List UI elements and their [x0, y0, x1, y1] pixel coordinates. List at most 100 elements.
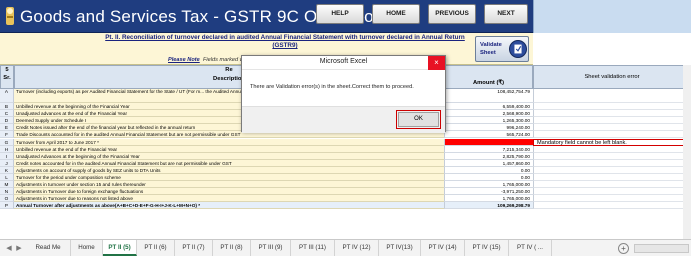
- validate-sheet-label: Validate Sheet: [480, 42, 502, 56]
- validation-error-cell: [533, 188, 691, 196]
- validation-error-cell: [533, 103, 691, 111]
- home-button[interactable]: HOME: [372, 4, 420, 24]
- app-header: Goods and Services Tax - GSTR 9C Offline…: [0, 0, 691, 33]
- table-row: L Turnover for the period under compositi…: [0, 174, 691, 182]
- excel-alert-dialog: Microsoft Excel × There are Validation e…: [241, 55, 446, 133]
- amount-input[interactable]: 1,457,860.00: [444, 159, 533, 167]
- row-description-cell: Unbilled revenue at the end of the Finan…: [14, 145, 444, 153]
- row-sno-cell: G: [0, 138, 14, 146]
- amount-input-error[interactable]: [444, 138, 533, 146]
- amount-input[interactable]: 996,240.00: [444, 124, 533, 132]
- amount-input[interactable]: 1,765,000.00: [444, 195, 533, 203]
- sno-header-label-2: Sr.: [3, 75, 11, 81]
- amount-input[interactable]: 7,215,340.00: [444, 145, 533, 153]
- row-sno-cell: F: [0, 131, 14, 139]
- help-button[interactable]: HELP: [316, 4, 364, 24]
- sheet-tab-bar: ◀ ▶ Read Me Home PT II (5) PT II (6) PT II (…: [0, 239, 691, 256]
- amount-input[interactable]: 2,825,790.00: [444, 152, 533, 160]
- table-row: M Adjustments in turnover under section 1…: [0, 181, 691, 189]
- validation-error-cell: [533, 145, 691, 153]
- row-sno-cell: M: [0, 181, 14, 189]
- row-description-cell: Adjustments in Turnover due to reasons n…: [14, 195, 444, 203]
- row-sno-cell: C: [0, 110, 14, 118]
- validate-sheet-button[interactable]: Validate Sheet: [475, 36, 529, 62]
- amount-input[interactable]: 6,559,400.00: [444, 103, 533, 111]
- ok-button[interactable]: OK: [396, 110, 441, 129]
- dialog-message: There are Validation error(s) in the she…: [250, 84, 414, 90]
- amount-input[interactable]: 0.00: [444, 166, 533, 174]
- amount-input[interactable]: 0.00: [444, 174, 533, 182]
- vertical-scrollbar[interactable]: [683, 65, 691, 239]
- table-row: K Adjustments on account of supply of goo…: [0, 166, 691, 174]
- dialog-title: Microsoft Excel: [319, 58, 368, 65]
- amount-input[interactable]: 1,765,000.00: [444, 181, 533, 189]
- sheet-tab[interactable]: PT II (5): [103, 240, 137, 256]
- validation-error-cell: [533, 195, 691, 203]
- horizontal-scrollbar[interactable]: [634, 244, 689, 253]
- amount-input[interactable]: 1,265,300.00: [444, 117, 533, 125]
- row-description-cell: Adjustments in turnover under section 15…: [14, 181, 444, 189]
- row-sno-cell: B: [0, 103, 14, 111]
- sheet-tab[interactable]: PT II (7): [175, 240, 213, 256]
- sheet-tab[interactable]: PT II (6): [137, 240, 175, 256]
- amount-input[interactable]: 565,724.00: [444, 131, 533, 139]
- add-sheet-icon[interactable]: +: [618, 243, 629, 254]
- row-description-cell: Adjustments on account of supply of good…: [14, 166, 444, 174]
- row-sno-cell: A: [0, 89, 14, 103]
- sheet-tab[interactable]: PT IV (14): [421, 240, 465, 256]
- table-row: G Turnover from April 2017 to June 2017 *…: [0, 138, 691, 146]
- dialog-titlebar[interactable]: Microsoft Excel ×: [242, 56, 445, 70]
- validation-error-cell: [533, 202, 691, 210]
- sheet-tab[interactable]: Home: [71, 240, 103, 256]
- sheet-tab[interactable]: PT IV (12): [335, 240, 379, 256]
- section-title: Pt. II. Reconciliation of turnover decla…: [105, 34, 465, 49]
- amount-input[interactable]: 108,452,754.79: [444, 89, 533, 103]
- row-sno-cell: L: [0, 174, 14, 182]
- sno-header: 5 Sr.: [0, 65, 14, 89]
- validation-error-cell: [533, 174, 691, 182]
- amount-input[interactable]: 2,568,900.00: [444, 110, 533, 118]
- note-label: Please Note: [168, 57, 200, 63]
- amount-input[interactable]: 109,269,298.79: [444, 202, 533, 210]
- header-right-panel: [533, 0, 691, 33]
- validate-icon: [509, 40, 527, 58]
- validation-error-cell: [533, 181, 691, 189]
- validation-error-cell: [533, 117, 691, 125]
- sheet-tab[interactable]: PT III (11): [291, 240, 335, 256]
- row-sno-cell: O: [0, 195, 14, 203]
- row-sno-cell: J: [0, 159, 14, 167]
- sheet-tab[interactable]: PT IV (15): [465, 240, 509, 256]
- sheet-tab[interactable]: PT II (8): [213, 240, 251, 256]
- table-row: I Unadjusted Advances at the beginning of…: [0, 152, 691, 160]
- validation-error-cell: [533, 131, 691, 139]
- validation-error-cell: [533, 89, 691, 103]
- validation-error-cell: [533, 152, 691, 160]
- next-button[interactable]: NEXT: [484, 4, 528, 24]
- tab-scroll-right-icon[interactable]: ▶: [14, 243, 24, 254]
- row-sno-cell: K: [0, 166, 14, 174]
- amount-header: Amount (₹): [444, 65, 533, 89]
- table-row: N Adjustments in Turnover due to foreign …: [0, 188, 691, 196]
- row-sno-cell: E: [0, 124, 14, 132]
- row-description-cell: Turnover from April 2017 to June 2017 *: [14, 138, 444, 146]
- table-row: H Unbilled revenue at the end of the Fina…: [0, 145, 691, 153]
- sheet-tab[interactable]: Read Me: [26, 240, 71, 256]
- row-sno-cell: P: [0, 202, 14, 210]
- amount-input[interactable]: -3,971,250.00: [444, 188, 533, 196]
- row-description-cell: Unadjusted Advances at the beginning of …: [14, 152, 444, 160]
- validation-error-cell: Mandatory field cannot be left blank.: [533, 138, 691, 146]
- table-row: J Credit notes accounted for in the audit…: [0, 159, 691, 167]
- row-sno-cell: H: [0, 145, 14, 153]
- sheet-tab[interactable]: PT III (9): [251, 240, 291, 256]
- validation-error-cell: [533, 124, 691, 132]
- tab-scroll-left-icon[interactable]: ◀: [4, 243, 14, 254]
- row-description-cell: Adjustments in Turnover due to foreign e…: [14, 188, 444, 196]
- table-row: P Annual Turnover after adjustments as ab…: [0, 202, 691, 210]
- sheet-tab[interactable]: PT IV ( ...: [509, 240, 552, 256]
- close-icon[interactable]: ×: [428, 56, 445, 70]
- table-row: O Adjustments in Turnover due to reasons …: [0, 195, 691, 203]
- previous-button[interactable]: PREVIOUS: [428, 4, 476, 24]
- row-sno-cell: N: [0, 188, 14, 196]
- sheet-tab[interactable]: PT IV(13): [379, 240, 421, 256]
- validation-error-cell: [533, 110, 691, 118]
